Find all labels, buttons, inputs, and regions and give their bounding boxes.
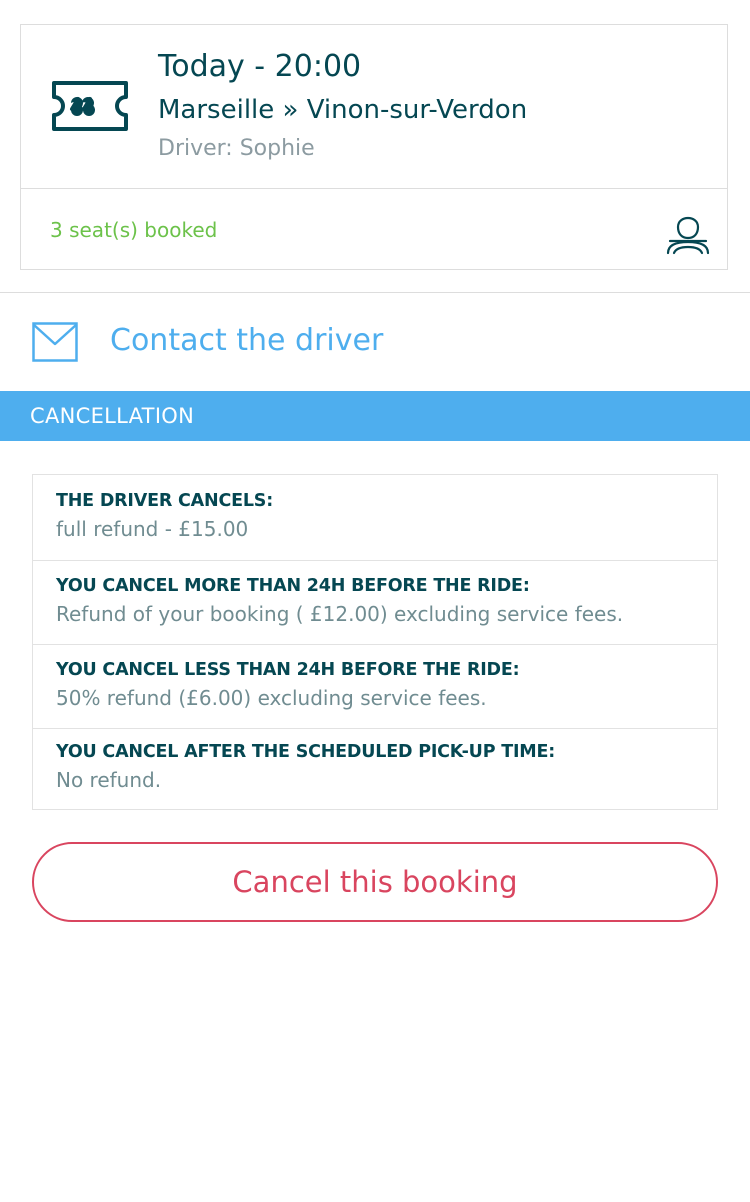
policy-description: full refund - £15.00 <box>56 517 249 541</box>
contact-driver-button[interactable]: Contact the driver <box>0 293 750 391</box>
policy-title: YOU CANCEL LESS THAN 24H BEFORE THE RIDE… <box>56 660 520 680</box>
contact-driver-label: Contact the driver <box>110 323 384 358</box>
cancellation-policy-list: THE DRIVER CANCELS: full refund - £15.00… <box>32 474 718 810</box>
passenger-icon[interactable] <box>664 207 712 255</box>
cancellation-header-label: CANCELLATION <box>30 404 195 428</box>
mail-icon <box>32 322 78 362</box>
policy-description: 50% refund (£6.00) excluding service fee… <box>56 686 487 710</box>
cancel-booking-label: Cancel this booking <box>232 865 518 899</box>
booking-card[interactable]: Today - 20:00 Marseille » Vinon-sur-Verd… <box>20 24 728 270</box>
policy-title: YOU CANCEL AFTER THE SCHEDULED PICK-UP T… <box>56 742 556 762</box>
cancel-booking-button[interactable]: Cancel this booking <box>32 842 718 922</box>
ticket-icon <box>52 81 128 131</box>
seats-booked-status: 3 seat(s) booked <box>50 218 218 242</box>
policy-description: No refund. <box>56 768 162 792</box>
ride-time: Today - 20:00 <box>158 49 362 84</box>
ride-driver: Driver: Sophie <box>158 136 315 161</box>
policy-item: YOU CANCEL MORE THAN 24H BEFORE THE RIDE… <box>33 560 717 644</box>
policy-item: YOU CANCEL LESS THAN 24H BEFORE THE RIDE… <box>33 644 717 728</box>
policy-item: YOU CANCEL AFTER THE SCHEDULED PICK-UP T… <box>33 728 717 809</box>
cancellation-section-header: CANCELLATION <box>0 391 750 441</box>
policy-item: THE DRIVER CANCELS: full refund - £15.00 <box>33 475 717 560</box>
card-divider <box>21 188 727 189</box>
policy-description: Refund of your booking ( £12.00) excludi… <box>56 602 624 626</box>
policy-title: YOU CANCEL MORE THAN 24H BEFORE THE RIDE… <box>56 576 530 596</box>
policy-title: THE DRIVER CANCELS: <box>56 491 273 511</box>
ride-route: Marseille » Vinon-sur-Verdon <box>158 95 528 125</box>
